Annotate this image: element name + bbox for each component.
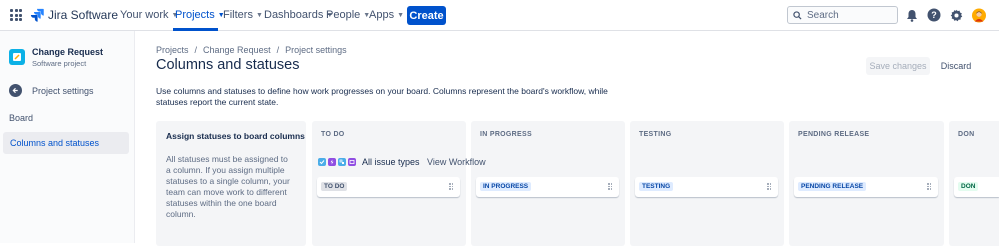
top-navigation: Jira Software Your work ▼ Projects ▼ Filte… xyxy=(0,0,999,31)
column-title[interactable]: IN PROGRESS xyxy=(480,131,532,138)
main-content: Projects / Change Request / Project sett… xyxy=(135,31,999,246)
board-column-testing: TESTING TESTING xyxy=(630,121,784,246)
epic-icon xyxy=(328,158,336,166)
breadcrumb-project-settings[interactable]: Project settings xyxy=(285,45,347,55)
drag-handle-icon[interactable] xyxy=(608,183,612,190)
status-card-todo[interactable]: TO DO xyxy=(317,177,460,197)
issue-types-filter[interactable]: All issue types xyxy=(318,157,420,167)
board-column-todo: TO DO TO DO xyxy=(312,121,466,246)
breadcrumb-projects[interactable]: Projects xyxy=(156,45,189,55)
project-type: Software project xyxy=(32,59,87,68)
nav-people[interactable]: People ▼ xyxy=(326,9,370,21)
breadcrumb: Projects / Change Request / Project sett… xyxy=(156,45,347,55)
assign-panel-title: Assign statuses to board columns xyxy=(166,131,305,141)
board-column-done: DON DON xyxy=(949,121,999,246)
change-request-icon xyxy=(348,158,356,166)
board-column-pending-release: PENDING RELEASE PENDING RELEASE xyxy=(789,121,944,246)
jira-icon xyxy=(30,8,44,22)
breadcrumb-separator: / xyxy=(276,45,280,55)
project-sidebar: Change Request Software project Project … xyxy=(0,31,135,243)
status-card-in-progress[interactable]: IN PROGRESS xyxy=(476,177,619,197)
status-card-testing[interactable]: TESTING xyxy=(635,177,778,197)
discard-button[interactable]: Discard xyxy=(935,57,977,75)
column-title[interactable]: TESTING xyxy=(639,131,671,138)
help-icon[interactable]: ? xyxy=(927,8,941,22)
column-title[interactable]: TO DO xyxy=(321,131,345,138)
drag-handle-icon[interactable] xyxy=(927,183,931,190)
column-title[interactable]: DON xyxy=(958,131,974,138)
status-lozenge: TO DO xyxy=(321,182,348,191)
assign-panel-text: All statuses must be assigned to a colum… xyxy=(166,154,290,219)
create-button[interactable]: Create xyxy=(407,6,446,25)
back-arrow-icon xyxy=(9,84,22,97)
nav-projects[interactable]: Projects ▼ xyxy=(175,9,225,21)
drag-handle-icon[interactable] xyxy=(449,183,453,190)
sidebar-section-board: Board xyxy=(9,113,34,123)
status-lozenge: TESTING xyxy=(639,182,674,191)
column-title[interactable]: PENDING RELEASE xyxy=(798,131,869,138)
page-description: Use columns and statuses to define how w… xyxy=(156,86,608,107)
status-card-done[interactable]: DON xyxy=(954,177,999,197)
status-lozenge: PENDING RELEASE xyxy=(798,182,867,191)
search-input[interactable] xyxy=(807,9,887,21)
nav-dashboards[interactable]: Dashboards ▼ xyxy=(264,9,333,21)
nav-your-work[interactable]: Your work ▼ xyxy=(120,9,178,21)
status-lozenge: DON xyxy=(958,182,979,191)
nav-filters[interactable]: Filters ▼ xyxy=(223,9,263,21)
page-title: Columns and statuses xyxy=(156,57,300,73)
project-icon xyxy=(13,53,21,61)
status-card-pending-release[interactable]: PENDING RELEASE xyxy=(794,177,938,197)
back-to-project-settings[interactable]: Project settings xyxy=(9,84,94,97)
board-column-in-progress: IN PROGRESS IN PROGRESS xyxy=(471,121,625,246)
breadcrumb-separator: / xyxy=(194,45,198,55)
project-name[interactable]: Change Request xyxy=(32,47,103,57)
assign-statuses-panel: Assign statuses to board columns All sta… xyxy=(156,121,306,246)
app-switcher-icon[interactable] xyxy=(10,9,22,21)
issue-types-label: All issue types xyxy=(362,157,420,167)
drag-handle-icon[interactable] xyxy=(767,183,771,190)
status-lozenge: IN PROGRESS xyxy=(480,182,532,191)
nav-apps[interactable]: Apps ▼ xyxy=(369,9,404,21)
brand-name: Jira Software xyxy=(48,8,119,22)
search-box[interactable] xyxy=(787,6,898,24)
search-icon xyxy=(793,10,802,20)
task-icon xyxy=(318,158,326,166)
chevron-down-icon: ▼ xyxy=(255,11,263,19)
view-workflow-link[interactable]: View Workflow xyxy=(427,157,486,167)
settings-icon[interactable] xyxy=(949,8,963,22)
svg-text:?: ? xyxy=(931,10,937,20)
chevron-down-icon: ▼ xyxy=(397,11,405,19)
project-avatar[interactable] xyxy=(9,49,25,65)
breadcrumb-change-request[interactable]: Change Request xyxy=(203,45,271,55)
back-label: Project settings xyxy=(32,85,94,96)
sidebar-item-columns-and-statuses[interactable]: Columns and statuses xyxy=(3,132,129,154)
notifications-icon[interactable] xyxy=(905,8,919,22)
subtask-icon xyxy=(338,158,346,166)
user-avatar[interactable] xyxy=(972,8,986,22)
save-changes-button[interactable]: Save changes xyxy=(866,57,930,75)
jira-logo[interactable]: Jira Software xyxy=(30,8,118,22)
